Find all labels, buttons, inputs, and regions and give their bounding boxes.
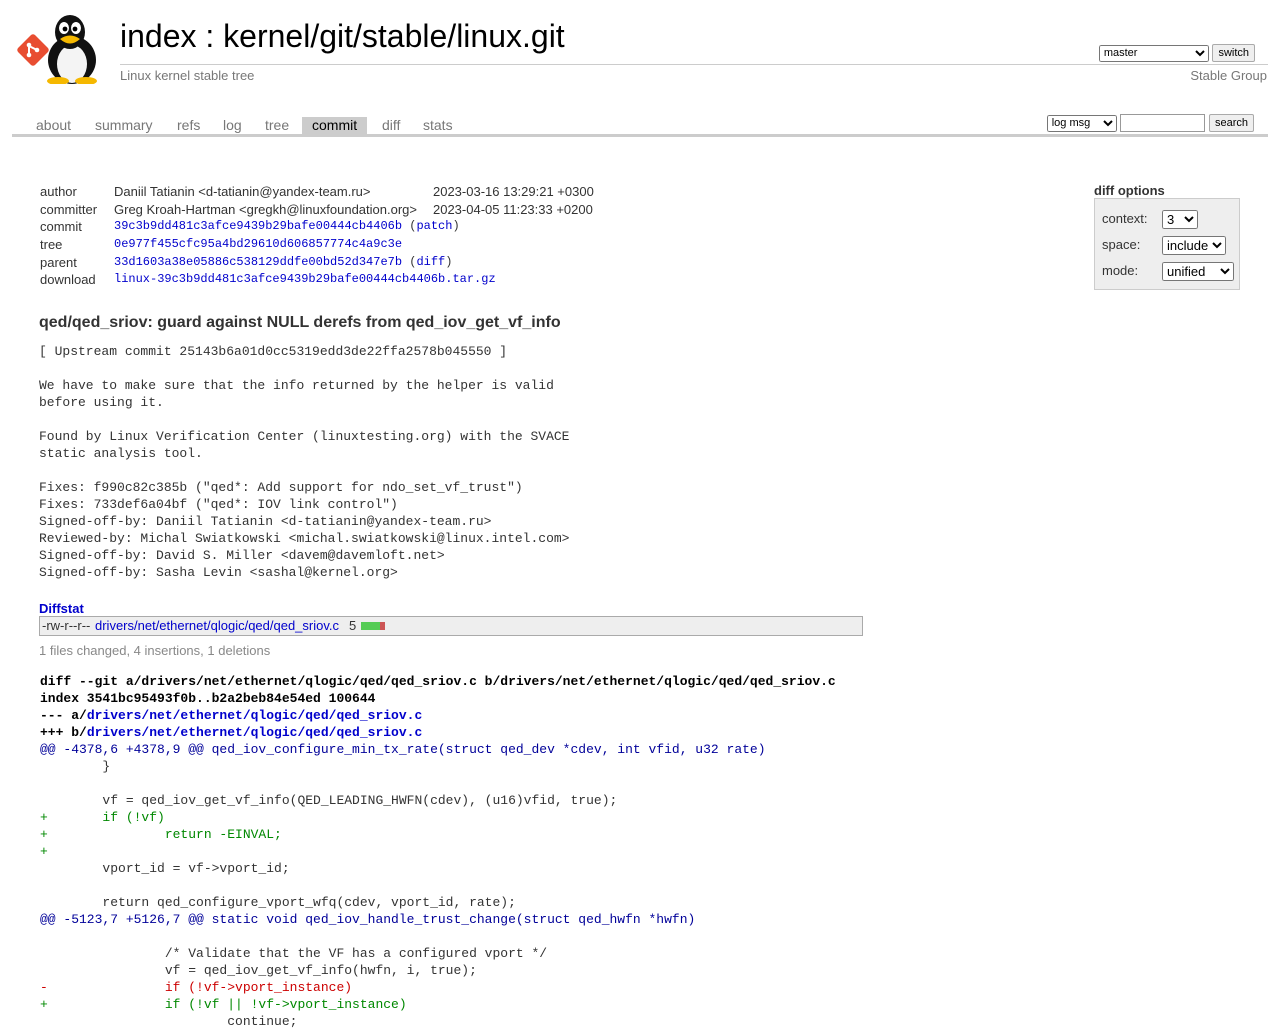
committer-date: 2023-04-05 11:23:33 +0200	[432, 201, 593, 217]
diffstat-link[interactable]: Diffstat	[39, 601, 84, 616]
diff-line-add: + if (!vf)	[40, 810, 165, 825]
commit-cell: 39c3b9dd481c3afce9439b29bafe00444cb4406b…	[114, 219, 460, 234]
context-label: context:	[1102, 211, 1148, 226]
branch-select[interactable]: master	[1098, 44, 1209, 62]
switch-button[interactable]: switch	[1212, 44, 1255, 62]
diffstat-row: -rw-r--r-- drivers/net/ethernet/qlogic/q…	[39, 616, 863, 636]
tree-row: tree 0e977f455cfc95a4bd29610d606857774c4…	[38, 236, 596, 254]
tab-log[interactable]: log	[223, 117, 242, 134]
tab-summary[interactable]: summary	[95, 117, 153, 134]
committer-value: Greg Kroah-Hartman <gregkh@linuxfoundati…	[114, 201, 417, 217]
diff-line-del: - if (!vf->vport_instance)	[40, 980, 353, 995]
download-cell: linux-39c3b9dd481c3afce9439b29bafe00444c…	[112, 271, 596, 289]
search-form: log msg search	[1046, 114, 1254, 132]
tab-refs[interactable]: refs	[177, 117, 200, 134]
diff-index-line: index 3541bc95493f0b..b2a2beb84e54ed 100…	[40, 691, 376, 706]
index-link[interactable]: index :	[120, 18, 223, 54]
parent-label: parent	[40, 254, 77, 270]
author-row: author Daniil Tatianin <d-tatianin@yande…	[38, 183, 596, 201]
space-label: space:	[1102, 237, 1141, 252]
space-select[interactable]: include	[1162, 236, 1226, 255]
commit-row: commit 39c3b9dd481c3afce9439b29bafe00444…	[38, 218, 596, 236]
download-row: download linux-39c3b9dd481c3afce9439b29b…	[38, 271, 596, 289]
context-select[interactable]: 3	[1162, 210, 1198, 229]
page-title: index : kernel/git/stable/linux.git	[120, 18, 565, 55]
diff-line-add: +	[40, 844, 48, 859]
diff-line-ctx	[40, 929, 48, 944]
mode-select[interactable]: unified	[1162, 262, 1234, 281]
diff-options-title: diff options	[1094, 183, 1165, 198]
commit-label: commit	[40, 219, 82, 235]
author-date: 2023-03-16 13:29:21 +0300	[432, 184, 594, 200]
parent-cell: 33d1603a38e05886c538129ddfe00bd52d347e7b…	[114, 254, 453, 269]
diffstat-insertions-bar	[361, 622, 380, 630]
tree-cell: 0e977f455cfc95a4bd29610d606857774c4a9c3e	[112, 236, 596, 254]
repo-description: Linux kernel stable tree	[120, 68, 255, 83]
diff-view: diff --git a/drivers/net/ethernet/qlogic…	[40, 673, 836, 1030]
author-value: Daniil Tatianin <d-tatianin@yandex-team.…	[114, 184, 371, 200]
tab-diff[interactable]: diff	[382, 117, 400, 134]
diff-line-add: + if (!vf || !vf->vport_instance)	[40, 997, 407, 1012]
diff-line-hunk: @@ -5123,7 +5126,7 @@ static void qed_io…	[40, 912, 696, 927]
branch-switch-form: master switch	[1098, 44, 1255, 62]
diff-git-line: diff --git a/drivers/net/ethernet/qlogic…	[40, 674, 836, 689]
tux-logo-icon	[47, 15, 97, 84]
diff-line-ctx: vport_id = vf->vport_id;	[40, 861, 290, 876]
commit-info-table: author Daniil Tatianin <d-tatianin@yande…	[38, 183, 596, 289]
tab-about[interactable]: about	[36, 117, 71, 134]
mode-label: mode:	[1102, 263, 1139, 278]
diff-plus-file-link[interactable]: drivers/net/ethernet/qlogic/qed/qed_srio…	[87, 725, 422, 740]
tab-tree[interactable]: tree	[265, 117, 289, 134]
diff-minus-file-link[interactable]: drivers/net/ethernet/qlogic/qed/qed_srio…	[87, 708, 422, 723]
header-divider	[120, 64, 1268, 65]
diff-line-ctx	[40, 878, 48, 893]
diffstat-deletions-bar	[380, 622, 385, 630]
search-button[interactable]: search	[1208, 114, 1254, 132]
diff-line-ctx: /* Validate that the VF has a configured…	[40, 946, 548, 961]
diffstat-graph	[361, 622, 385, 630]
parent-row: parent 33d1603a38e05886c538129ddfe00bd52…	[38, 253, 596, 271]
diff-line-ctx: }	[40, 759, 111, 774]
commit-message: [ Upstream commit 25143b6a01d0cc5319edd3…	[39, 344, 570, 580]
search-scope-select[interactable]: log msg	[1046, 114, 1117, 132]
tab-stats[interactable]: stats	[423, 117, 453, 134]
diffstat-file-mode: -rw-r--r--	[42, 618, 91, 633]
tree-label: tree	[40, 237, 63, 253]
diff-line-ctx: return qed_configure_vport_wfq(cdev, vpo…	[40, 895, 516, 910]
diff-minus-line: --- a/drivers/net/ethernet/qlogic/qed/qe…	[40, 708, 422, 723]
download-label: download	[40, 272, 96, 288]
diffstat-summary: 1 files changed, 4 insertions, 1 deletio…	[39, 643, 271, 658]
diff-plus-line: +++ b/drivers/net/ethernet/qlogic/qed/qe…	[40, 725, 422, 740]
diff-line-ctx: vf = qed_iov_get_vf_info(QED_LEADING_HWF…	[40, 793, 618, 808]
diff-lines: @@ -4378,6 +4378,9 @@ qed_iov_configure_…	[40, 742, 766, 1029]
download-link[interactable]: linux-39c3b9dd481c3afce9439b29bafe00444c…	[114, 272, 496, 286]
diffstat-change-count: 5	[349, 618, 357, 633]
diff-plus-prefix: +++ b/	[40, 725, 87, 740]
repo-name-link[interactable]: kernel/git/stable/linux.git	[223, 18, 565, 54]
diff-line-ctx	[40, 776, 48, 791]
committer-label: committer	[40, 201, 98, 217]
patch-link[interactable]: patch	[416, 219, 452, 233]
committer-row: committer Greg Kroah-Hartman <gregkh@lin…	[38, 201, 596, 219]
diff-minus-prefix: --- a/	[40, 708, 87, 723]
author-label: author	[40, 184, 77, 200]
diffstat-file-link[interactable]: drivers/net/ethernet/qlogic/qed/qed_srio…	[95, 617, 339, 635]
diff-line-add: + return -EINVAL;	[40, 827, 282, 842]
search-input[interactable]	[1120, 114, 1206, 132]
tab-commit[interactable]: commit	[302, 117, 368, 134]
diff-line-ctx: continue;	[40, 1014, 298, 1029]
parent-diff-link[interactable]: diff	[416, 255, 445, 269]
tree-hash-link[interactable]: 0e977f455cfc95a4bd29610d606857774c4a9c3e	[114, 237, 402, 251]
diff-line-ctx: vf = qed_iov_get_vf_info(hwfn, i, true);	[40, 963, 477, 978]
diff-line-hunk: @@ -4378,6 +4378,9 @@ qed_iov_configure_…	[40, 742, 766, 757]
diff-options-panel: context: 3 space: include mode: unified	[1094, 198, 1240, 290]
commit-subject: qed/qed_sriov: guard against NULL derefs…	[39, 314, 561, 331]
commit-hash-link[interactable]: 39c3b9dd481c3afce9439b29bafe00444cb4406b	[114, 219, 402, 233]
repo-owner: Stable Group	[1190, 68, 1267, 83]
parent-hash-link[interactable]: 33d1603a38e05886c538129ddfe00bd52d347e7b	[114, 255, 402, 269]
